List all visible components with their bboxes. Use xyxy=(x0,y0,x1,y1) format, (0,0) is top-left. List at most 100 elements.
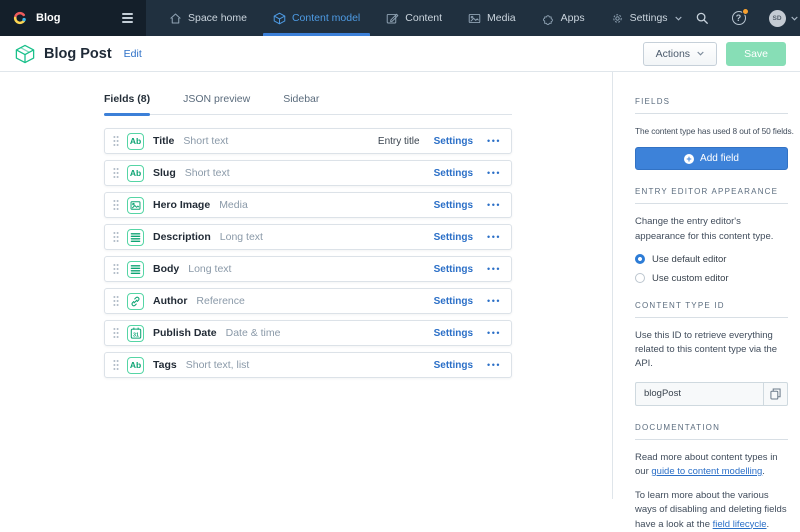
media-icon xyxy=(468,12,481,25)
field-type-longtext-icon xyxy=(127,261,144,278)
tab-bar: Fields (8) JSON preview Sidebar xyxy=(104,93,512,115)
drag-handle-icon[interactable] xyxy=(113,359,119,371)
field-type-text-icon: Ab xyxy=(127,133,144,150)
field-name: Slug xyxy=(153,167,176,179)
field-name: Author xyxy=(153,295,187,307)
copy-button[interactable] xyxy=(763,382,788,406)
nav-item-media[interactable]: Media xyxy=(455,0,529,36)
section-heading: FIELDS xyxy=(635,97,788,114)
field-type: Short text xyxy=(185,167,230,179)
doc-text: . xyxy=(767,519,770,530)
field-more-button[interactable]: ••• xyxy=(487,328,501,338)
section-fields: FIELDS The content type has used 8 out o… xyxy=(635,97,788,170)
guide-to-content-modelling-link[interactable]: guide to content modelling xyxy=(651,466,762,477)
tab-sidebar[interactable]: Sidebar xyxy=(283,93,319,114)
drag-handle-icon[interactable] xyxy=(113,295,119,307)
section-documentation: DOCUMENTATION Read more about content ty… xyxy=(635,423,788,532)
field-name: Publish Date xyxy=(153,327,217,339)
field-type: Short text xyxy=(183,135,228,147)
field-name: Title xyxy=(153,135,174,147)
main-nav: Space home Content model Content Media Apps S… xyxy=(156,0,695,36)
content-icon xyxy=(386,12,399,25)
section-entry-editor-appearance: ENTRY EDITOR APPEARANCE Change the entry… xyxy=(635,187,788,284)
nav-item-label: Content xyxy=(405,12,442,24)
field-more-button[interactable]: ••• xyxy=(487,360,501,370)
field-more-button[interactable]: ••• xyxy=(487,136,501,146)
field-type: Date & time xyxy=(226,327,281,339)
add-field-label: Add field xyxy=(700,153,739,164)
field-row-hero-image: Hero ImageMediaSettings••• xyxy=(104,192,512,218)
svg-text:31: 31 xyxy=(133,332,139,338)
nav-item-settings[interactable]: Settings xyxy=(598,0,695,36)
section-heading: ENTRY EDITOR APPEARANCE xyxy=(635,187,788,204)
nav-right: ? SD xyxy=(695,0,800,36)
field-type-media-icon xyxy=(127,197,144,214)
space-switcher: Blog xyxy=(0,0,146,36)
nav-item-label: Settings xyxy=(630,12,668,24)
field-name: Description xyxy=(153,231,211,243)
nav-item-label: Media xyxy=(487,12,516,24)
radio-label: Use default editor xyxy=(652,254,726,265)
field-settings-link[interactable]: Settings xyxy=(434,168,473,179)
drag-handle-icon[interactable] xyxy=(113,327,119,339)
radio-icon xyxy=(635,273,645,283)
field-row-tags: AbTagsShort text, listSettings••• xyxy=(104,352,512,378)
drag-handle-icon[interactable] xyxy=(113,135,119,147)
content-type-icon xyxy=(14,43,36,65)
drag-handle-icon[interactable] xyxy=(113,231,119,243)
nav-item-space-home[interactable]: Space home xyxy=(156,0,260,36)
editor-appearance-description: Change the entry editor's appearance for… xyxy=(635,215,788,244)
radio-label: Use custom editor xyxy=(652,273,729,284)
field-more-button[interactable]: ••• xyxy=(487,232,501,242)
help-icon[interactable]: ? xyxy=(732,11,746,25)
field-list: AbTitleShort textEntry titleSettings•••A… xyxy=(104,128,512,378)
content-type-id-description: Use this ID to retrieve everything relat… xyxy=(635,329,788,372)
search-icon[interactable] xyxy=(695,11,709,25)
add-field-button[interactable]: + Add field xyxy=(635,147,788,170)
field-settings-link[interactable]: Settings xyxy=(434,232,473,243)
field-type: Short text, list xyxy=(186,359,250,371)
settings-icon xyxy=(611,12,624,25)
field-more-button[interactable]: ••• xyxy=(487,200,501,210)
chevron-down-icon xyxy=(697,51,704,56)
field-settings-link[interactable]: Settings xyxy=(434,328,473,339)
drag-handle-icon[interactable] xyxy=(113,199,119,211)
tab-fields-8[interactable]: Fields (8) xyxy=(104,93,150,114)
apps-icon xyxy=(542,12,555,25)
field-settings-link[interactable]: Settings xyxy=(434,200,473,211)
field-name: Tags xyxy=(153,359,177,371)
menu-icon[interactable] xyxy=(121,10,134,26)
content-type-id-input[interactable] xyxy=(635,382,763,406)
nav-item-content[interactable]: Content xyxy=(373,0,455,36)
section-content-type-id: CONTENT TYPE ID Use this ID to retrieve … xyxy=(635,301,788,406)
edit-link[interactable]: Edit xyxy=(124,48,142,60)
field-more-button[interactable]: ••• xyxy=(487,168,501,178)
field-settings-link[interactable]: Settings xyxy=(434,360,473,371)
section-heading: CONTENT TYPE ID xyxy=(635,301,788,318)
field-lifecycle-link[interactable]: field lifecycle xyxy=(713,519,767,530)
field-more-button[interactable]: ••• xyxy=(487,296,501,306)
field-settings-link[interactable]: Settings xyxy=(434,296,473,307)
nav-item-apps[interactable]: Apps xyxy=(529,0,598,36)
content-model-icon xyxy=(273,12,286,25)
field-type: Media xyxy=(219,199,248,211)
right-sidebar: FIELDS The content type has used 8 out o… xyxy=(612,72,800,499)
account-menu[interactable]: SD xyxy=(769,10,798,27)
nav-item-label: Content model xyxy=(292,12,360,24)
top-nav: Blog Space home Content model Content Media… xyxy=(0,0,800,36)
drag-handle-icon[interactable] xyxy=(113,263,119,275)
field-settings-link[interactable]: Settings xyxy=(434,136,473,147)
nav-item-label: Apps xyxy=(561,12,585,24)
actions-button[interactable]: Actions xyxy=(643,42,717,66)
notification-dot xyxy=(742,8,749,15)
radio-option-use-default-editor[interactable]: Use default editor xyxy=(635,254,788,265)
drag-handle-icon[interactable] xyxy=(113,167,119,179)
field-more-button[interactable]: ••• xyxy=(487,264,501,274)
field-row-publish-date: 31 Publish Date Date & time Settings ••• xyxy=(104,320,512,346)
contentful-logo-icon[interactable] xyxy=(12,10,28,26)
tab-json-preview[interactable]: JSON preview xyxy=(183,93,250,114)
save-button[interactable]: Save xyxy=(726,42,786,66)
field-settings-link[interactable]: Settings xyxy=(434,264,473,275)
nav-item-content-model[interactable]: Content model xyxy=(260,0,373,36)
radio-option-use-custom-editor[interactable]: Use custom editor xyxy=(635,273,788,284)
